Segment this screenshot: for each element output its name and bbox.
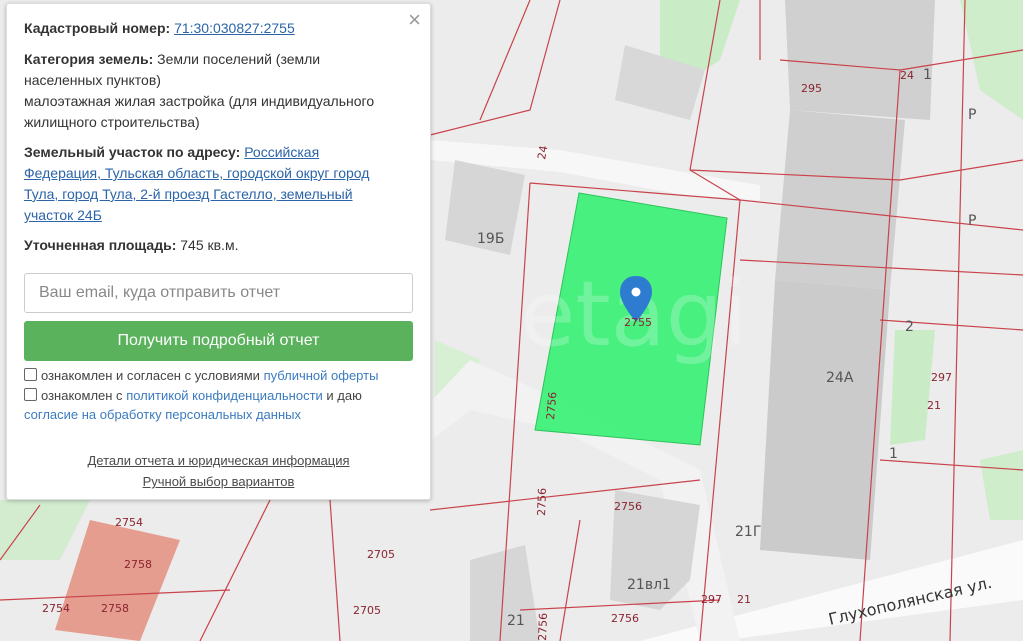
manual-row: Ручной выбор вариантов xyxy=(7,474,430,489)
cadastral-number-label: Кадастровый номер: xyxy=(24,20,171,36)
parking-label: P xyxy=(968,213,976,229)
offer-consent-checkbox[interactable] xyxy=(24,368,37,381)
parcel-info-panel: × Кадастровый номер: 71:30:030827:2755 К… xyxy=(6,3,431,500)
map-label: 2758 xyxy=(124,558,152,571)
address-row: Земельный участок по адресу: Российская … xyxy=(24,142,416,226)
building-number: 2 xyxy=(905,319,914,335)
address-link-cont[interactable]: Федерация, Тульская область, городской о… xyxy=(24,165,369,181)
cadastral-number-row: Кадастровый номер: 71:30:030827:2755 xyxy=(24,18,416,39)
privacy-consent-row: ознакомлен с политикой конфиденциальност… xyxy=(24,386,416,424)
get-report-button[interactable]: Получить подробный отчет xyxy=(24,321,413,361)
map-label: 295 xyxy=(801,82,822,95)
map-label: 2756 xyxy=(535,488,549,516)
address-link-cont[interactable]: Тула, город Тула, 2-й проезд Гастелло, з… xyxy=(24,186,353,202)
building xyxy=(760,280,890,560)
land-category-value-cont: населенных пунктов) xyxy=(24,72,161,88)
map-label: 297 xyxy=(931,371,952,384)
manual-selection-link[interactable]: Ручной выбор вариантов xyxy=(143,474,295,489)
map-label: 2756 xyxy=(611,612,639,625)
map-label: 2756 xyxy=(536,613,550,641)
details-row: Детали отчета и юридическая информация xyxy=(7,453,430,468)
land-usage: малоэтажная жилая застройка (для индивид… xyxy=(24,93,375,109)
building-number: 1 xyxy=(889,446,898,462)
parking-label: P xyxy=(968,107,976,123)
area-label: Уточненная площадь: xyxy=(24,237,177,253)
cadastral-number-link[interactable]: 71:30:030827:2755 xyxy=(174,20,295,36)
address-link-cont[interactable]: участок 24Б xyxy=(24,207,102,223)
data-processing-link[interactable]: согласие на обработку персональных данны… xyxy=(24,407,301,422)
map-label: 2756 xyxy=(544,391,559,420)
building-number: 1 xyxy=(923,67,932,83)
map-label: 21 xyxy=(737,593,751,606)
map-label: 24 xyxy=(900,69,914,82)
privacy-consent-checkbox[interactable] xyxy=(24,388,37,401)
email-input[interactable] xyxy=(24,273,413,313)
offer-consent-row: ознакомлен и согласен с условиями публич… xyxy=(24,366,416,385)
map-label: 2754 xyxy=(115,516,143,529)
building-number: 21 xyxy=(507,613,525,629)
map-label: 21 xyxy=(927,399,941,412)
building-number: 19Б xyxy=(477,231,504,247)
map-label: 2754 xyxy=(42,602,70,615)
map-label: 2705 xyxy=(367,548,395,561)
building xyxy=(785,0,935,120)
privacy-consent-mid: и даю xyxy=(326,388,362,403)
map-label: 2758 xyxy=(101,602,129,615)
area-value: 745 кв.м. xyxy=(180,237,239,253)
land-category-row: Категория земель: Земли поселений (земли… xyxy=(24,49,416,133)
land-category-value: Земли поселений (земли xyxy=(157,51,321,67)
address-label: Земельный участок по адресу: xyxy=(24,144,241,160)
parcel-label: 2755 xyxy=(624,316,652,329)
privacy-policy-link[interactable]: политикой конфиденциальности xyxy=(126,388,323,403)
map-label: 2756 xyxy=(614,500,642,513)
area-row: Уточненная площадь: 745 кв.м. xyxy=(24,235,416,256)
report-details-link[interactable]: Детали отчета и юридическая информация xyxy=(87,453,349,468)
land-category-label: Категория земель: xyxy=(24,51,154,67)
building-number: 24А xyxy=(826,370,854,386)
privacy-consent-text: ознакомлен с xyxy=(41,388,123,403)
address-link[interactable]: Российская xyxy=(244,144,319,160)
map-label: 24 xyxy=(535,144,550,160)
building-number: 21вл1 xyxy=(627,577,671,593)
building-number: 21Г xyxy=(735,524,761,540)
map-label: 2705 xyxy=(353,604,381,617)
offer-consent-text: ознакомлен и согласен с условиями xyxy=(41,368,260,383)
public-offer-link[interactable]: публичной оферты xyxy=(264,368,379,383)
land-usage-cont: жилищного строительства) xyxy=(24,114,200,130)
map-label: 297 xyxy=(701,593,722,606)
